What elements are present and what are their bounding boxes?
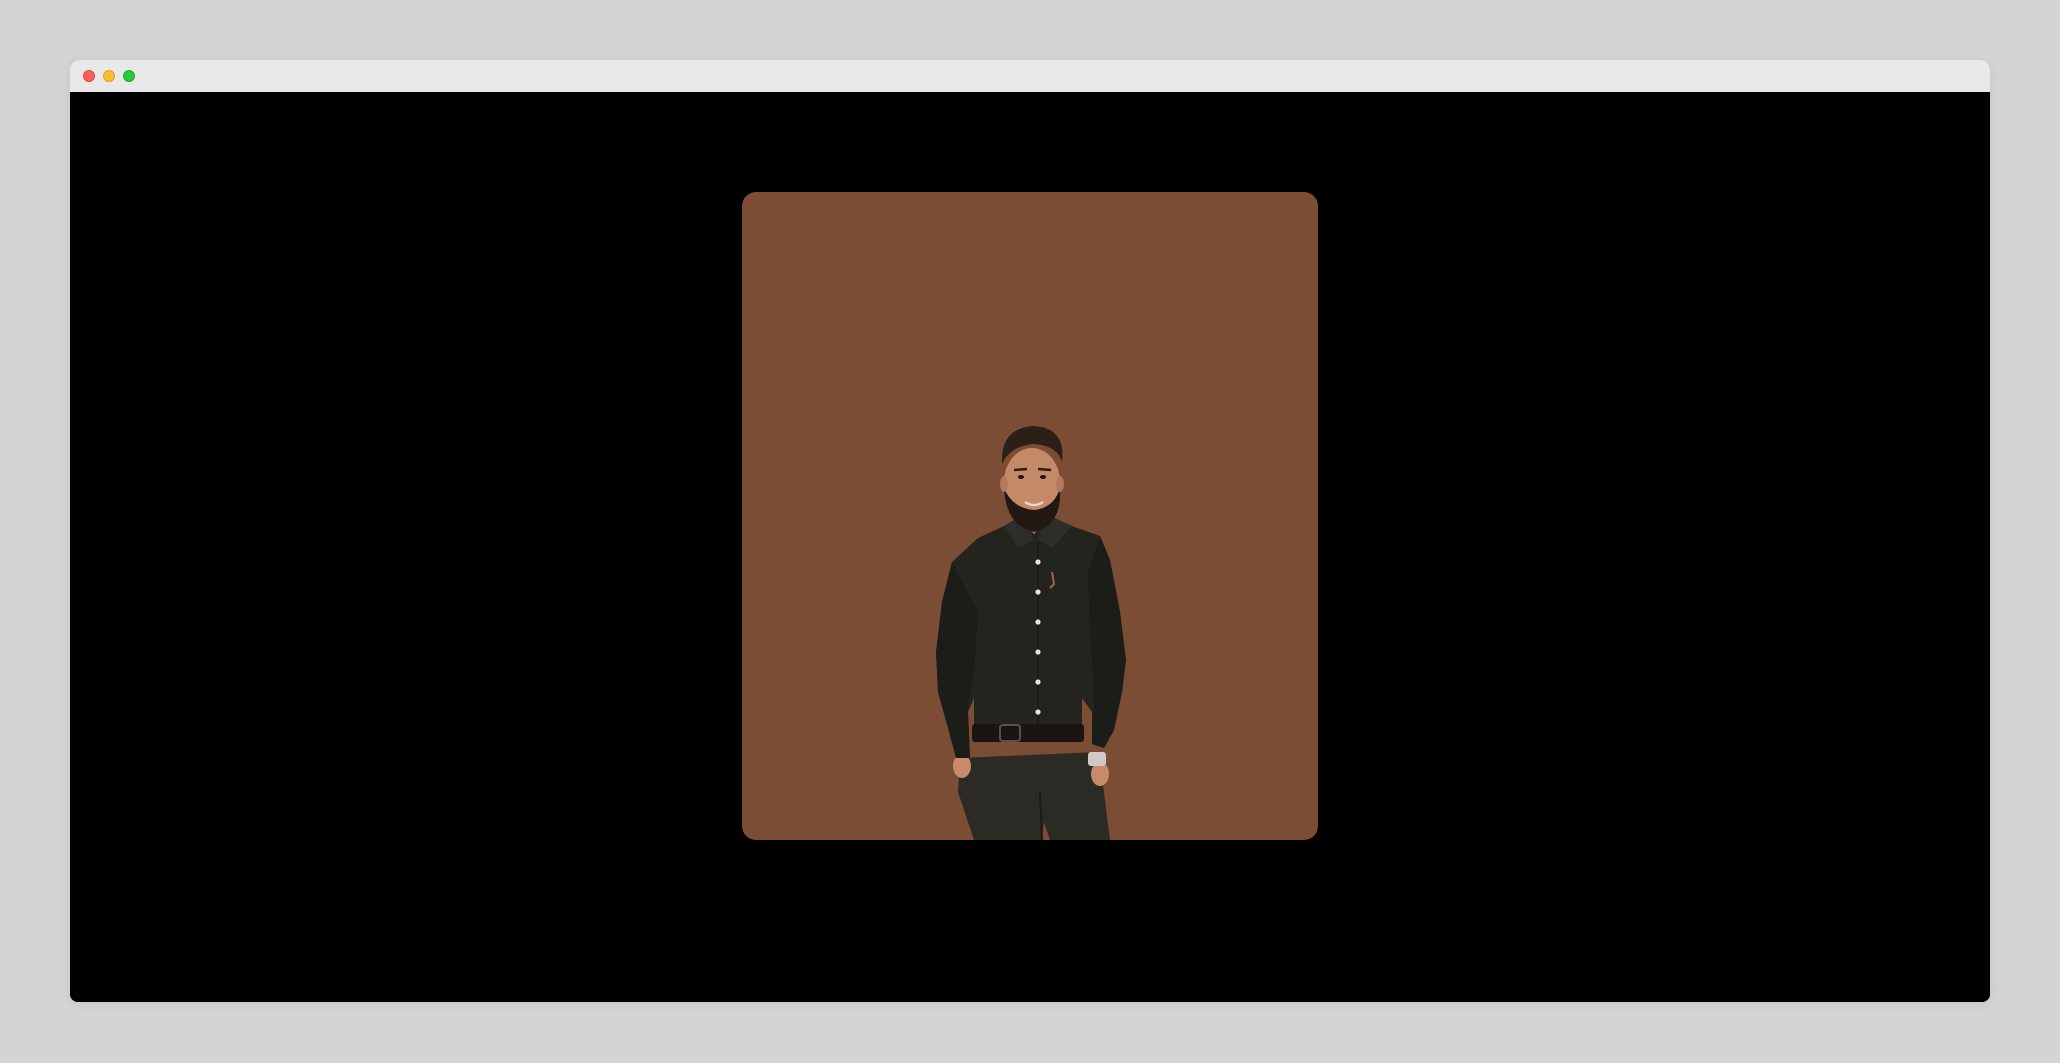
- window-titlebar: [70, 60, 1990, 92]
- zoom-window-button[interactable]: [123, 70, 135, 82]
- browser-window: [70, 60, 1990, 1002]
- trousers: [958, 752, 1110, 840]
- minimize-window-button[interactable]: [103, 70, 115, 82]
- wristwatch: [1088, 752, 1106, 766]
- close-window-button[interactable]: [83, 70, 95, 82]
- image-viewer: [70, 92, 1990, 1002]
- portrait-photo: [742, 192, 1318, 840]
- belt: [972, 724, 1084, 742]
- portrait-illustration: [742, 192, 1318, 840]
